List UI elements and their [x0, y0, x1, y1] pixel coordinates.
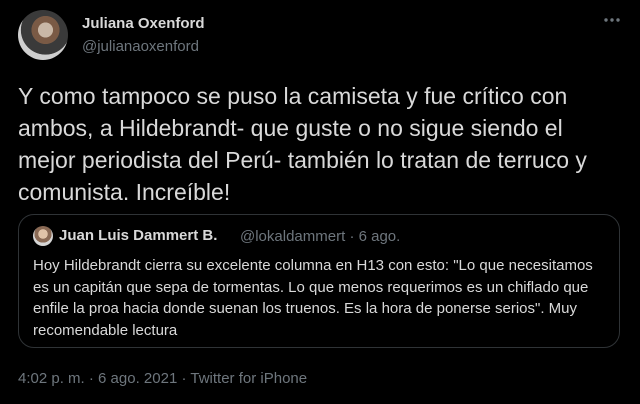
author-display-name[interactable]: Juliana Oxenford [82, 15, 205, 32]
tweet-date[interactable]: 6 ago. 2021 [98, 370, 177, 387]
tweet-timestamp: 4:02 p. m. · 6 ago. 2021 · Twitter for i… [18, 370, 307, 387]
quoted-author-avatar [33, 226, 53, 246]
timestamp-separator: · [88, 370, 94, 387]
tweet-header: Juliana Oxenford @julianaoxenford [18, 10, 622, 62]
quoted-author-display-name: Juan Luis Dammert B. [59, 227, 218, 244]
tweet-source-link[interactable]: Twitter for iPhone [190, 370, 307, 387]
quoted-tweet-text: Hoy Hildebrandt cierra su excelente colu… [33, 257, 593, 339]
quoted-tweet[interactable]: Juan Luis Dammert B. @lokaldammert · 6 a… [18, 214, 620, 348]
author-handle[interactable]: @julianaoxenford [82, 38, 199, 55]
author-avatar[interactable] [18, 10, 68, 60]
quoted-tweet-date: 6 ago. [358, 228, 401, 245]
tweet-time[interactable]: 4:02 p. m. [18, 370, 85, 387]
tweet-text: Y como tampoco se puso la camiseta y fue… [18, 83, 587, 205]
timestamp-separator-2: · [181, 370, 187, 387]
quoted-tweet-meta: @lokaldammert · 6 ago. [240, 228, 400, 245]
quoted-meta-separator: · [349, 228, 355, 245]
more-horizontal-icon[interactable] [602, 10, 622, 30]
quoted-author-handle: @lokaldammert [240, 228, 346, 245]
